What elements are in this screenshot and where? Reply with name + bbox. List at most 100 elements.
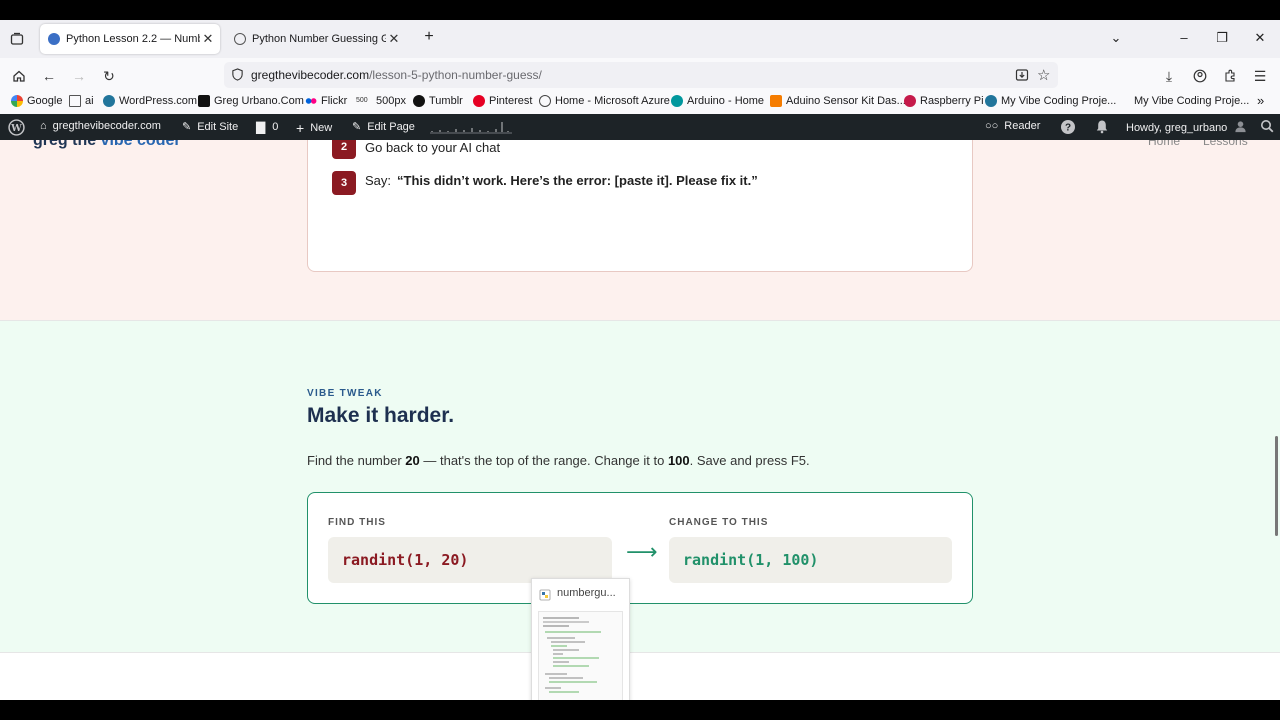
step-3-text: Say: “This didn’t work. Here’s the error:… bbox=[365, 173, 758, 188]
bookmark-vibe-coding-2[interactable]: My Vibe Coding Proje... bbox=[1134, 95, 1249, 107]
bookmark-flickr[interactable]: Flickr bbox=[305, 95, 347, 107]
admin-site-link[interactable]: ⌂ gregthevibecoder.com bbox=[40, 120, 161, 132]
reload-icon[interactable]: ↻ bbox=[100, 67, 118, 85]
back-icon[interactable]: ← bbox=[40, 67, 58, 85]
help-icon[interactable]: ? bbox=[1060, 119, 1076, 135]
para-text: Find the number bbox=[307, 453, 406, 468]
bookmark-label: Tumblr bbox=[429, 95, 463, 107]
home-icon[interactable] bbox=[10, 67, 28, 85]
plus-icon: + bbox=[296, 120, 305, 136]
wordpress-icon bbox=[103, 95, 115, 107]
avatar-icon bbox=[1234, 120, 1247, 136]
logo-text-a: greg the bbox=[33, 140, 101, 149]
steps-card: 2 Go back to your AI chat 3 Say: “This di… bbox=[307, 140, 973, 272]
bookmark-label: My Vibe Coding Proje... bbox=[1001, 95, 1117, 107]
bookmark-greg-urbano[interactable]: Greg Urbano.Com bbox=[198, 95, 304, 107]
tab-python-lesson[interactable]: Python Lesson 2.2 — Number G ✕ bbox=[40, 24, 220, 54]
tumblr-icon bbox=[413, 95, 425, 107]
bookmark-arduino[interactable]: Arduino - Home bbox=[671, 95, 764, 107]
next-section bbox=[0, 652, 1280, 700]
bookmark-google[interactable]: Google bbox=[11, 95, 62, 107]
tab-list-icon[interactable] bbox=[8, 30, 26, 48]
bookmark-vibe-coding-1[interactable]: My Vibe Coding Proje... bbox=[985, 95, 1116, 107]
globe-icon bbox=[539, 95, 551, 107]
svg-text:W: W bbox=[10, 123, 22, 134]
search-icon[interactable] bbox=[1260, 119, 1274, 133]
restore-icon[interactable]: ❐ bbox=[1212, 30, 1232, 46]
more-bookmarks-icon[interactable]: » bbox=[1257, 93, 1264, 108]
file-preview-thumbnail bbox=[538, 611, 623, 700]
para-number: 20 bbox=[405, 453, 420, 468]
svg-text:?: ? bbox=[1065, 123, 1071, 134]
home-icon: ⌂ bbox=[40, 120, 47, 132]
howdy-label: Howdy, greg_urbano bbox=[1126, 122, 1228, 134]
notifications-bell-icon[interactable] bbox=[1095, 119, 1109, 134]
minimize-icon[interactable]: – bbox=[1174, 30, 1194, 45]
bookmark-label: Google bbox=[27, 95, 63, 107]
bookmark-500px[interactable]: 500 500px bbox=[356, 95, 406, 107]
bookmark-azure[interactable]: Home - Microsoft Azure bbox=[539, 95, 670, 107]
reader-button[interactable]: ○○ Reader bbox=[985, 120, 1040, 132]
nav-lessons[interactable]: Lessons bbox=[1203, 140, 1248, 148]
comments-button[interactable]: ▇ 0 bbox=[256, 120, 278, 134]
url-text: gregthevibecoder.com/lesson-5-python-num… bbox=[251, 68, 542, 82]
bookmark-tumblr[interactable]: Tumblr bbox=[413, 95, 463, 107]
bookmark-label: WordPress.com bbox=[119, 95, 198, 107]
edit-page-button[interactable]: ✎ Edit Page bbox=[352, 120, 415, 134]
wordpress-logo-icon[interactable]: W bbox=[8, 119, 25, 136]
bookmark-raspberry-pi[interactable]: Raspberry Pi bbox=[904, 95, 984, 107]
bookmark-label: Raspberry Pi bbox=[920, 95, 984, 107]
extensions-icon[interactable] bbox=[1221, 67, 1239, 85]
site-logo[interactable]: greg the vibe coder bbox=[33, 140, 181, 150]
bookmark-wordpress[interactable]: WordPress.com bbox=[103, 95, 197, 107]
bookmark-label: Home - Microsoft Azure bbox=[555, 95, 670, 107]
downloads-icon[interactable]: ⤓ bbox=[1160, 67, 1178, 85]
bookmark-folder-ai[interactable]: ai bbox=[69, 95, 94, 107]
page-scrollbar-thumb[interactable] bbox=[1275, 436, 1278, 536]
site-info-icon[interactable] bbox=[231, 68, 244, 86]
menu-icon[interactable]: ☰ bbox=[1251, 67, 1269, 85]
nav-home[interactable]: Home bbox=[1148, 140, 1180, 148]
edit-site-button[interactable]: ✎ Edit Site bbox=[182, 120, 239, 134]
save-to-pocket-icon[interactable] bbox=[1015, 68, 1029, 87]
arduino-icon bbox=[671, 95, 683, 107]
google-icon bbox=[11, 95, 23, 107]
dragged-file-name: numbergu... bbox=[557, 587, 616, 599]
account-icon[interactable] bbox=[1191, 67, 1209, 85]
bookmark-star-icon[interactable]: ☆ bbox=[1037, 66, 1050, 84]
troubleshooting-section: greg the vibe coder Home Lessons 2 Go ba… bbox=[0, 140, 1280, 320]
step-number-2: 2 bbox=[332, 140, 356, 159]
change-code: randint(1, 100) bbox=[669, 537, 952, 583]
close-window-icon[interactable]: ✕ bbox=[1250, 30, 1270, 46]
wordpress-icon bbox=[48, 33, 60, 45]
tab-number-guessing-game[interactable]: Python Number Guessing Game ✕ bbox=[226, 24, 406, 54]
500px-icon: 500 bbox=[356, 97, 368, 104]
new-content-button[interactable]: + New bbox=[296, 120, 332, 136]
arrow-right-icon: ⟶ bbox=[626, 539, 658, 564]
list-all-tabs-icon[interactable]: ⌄ bbox=[1106, 30, 1126, 46]
edit-site-label: Edit Site bbox=[197, 120, 239, 133]
close-tab-icon[interactable]: ✕ bbox=[200, 31, 216, 47]
url-path: /lesson-5-python-number-guess/ bbox=[369, 68, 542, 82]
dragged-file-preview[interactable]: numbergu... bbox=[531, 578, 630, 700]
admin-site-name: gregthevibecoder.com bbox=[52, 120, 161, 132]
folder-icon bbox=[69, 95, 81, 107]
new-tab-icon[interactable]: + bbox=[419, 28, 439, 46]
edit-page-label: Edit Page bbox=[367, 120, 415, 133]
comment-icon: ▇ bbox=[256, 120, 266, 134]
section-heading: Make it harder. bbox=[307, 404, 455, 427]
tab-strip: Python Lesson 2.2 — Number G ✕ Python Nu… bbox=[0, 20, 1280, 58]
bookmark-label: Arduino - Home bbox=[687, 95, 765, 107]
page-content: greg the vibe coder Home Lessons 2 Go ba… bbox=[0, 140, 1280, 700]
stats-sparkline[interactable] bbox=[430, 120, 512, 137]
bookmark-pinterest[interactable]: Pinterest bbox=[473, 95, 532, 107]
instructions-paragraph: Find the number 20 — that's the top of t… bbox=[307, 453, 810, 468]
account-menu[interactable]: Howdy, greg_urbano bbox=[1126, 120, 1247, 136]
close-tab-icon[interactable]: ✕ bbox=[386, 31, 402, 47]
step-2-text: Go back to your AI chat bbox=[365, 140, 500, 155]
forward-icon[interactable]: → bbox=[70, 67, 88, 85]
find-label: FIND THIS bbox=[328, 517, 386, 528]
address-bar[interactable]: gregthevibecoder.com/lesson-5-python-num… bbox=[224, 62, 1058, 88]
bookmark-sensor-kit[interactable]: Aduino Sensor Kit Das... bbox=[770, 95, 906, 107]
browser-window: Python Lesson 2.2 — Number G ✕ Python Nu… bbox=[0, 20, 1280, 700]
